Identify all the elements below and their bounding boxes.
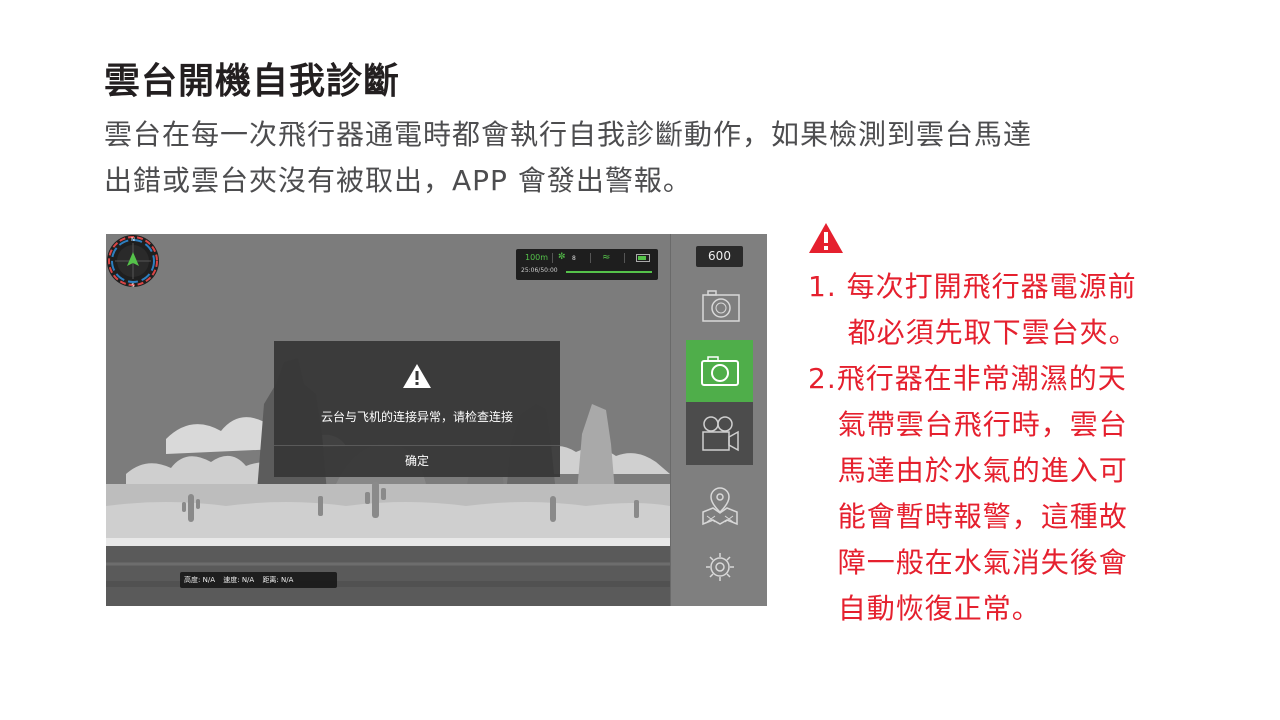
app-screenshot: ‹ 100m ✼ 8 ≈ 25:06/50:00 云台与飞机的连接异常，请检查连… — [106, 234, 767, 606]
note-line: 馬達由於水氣的進入可 — [808, 454, 1128, 487]
note-line: 氣帶雲台飛行時，雲台 — [808, 408, 1128, 441]
settings-gear-icon[interactable] — [704, 551, 736, 583]
description-line: 出錯或雲台夾沒有被取出，APP 會發出警報。 — [104, 164, 692, 197]
distance-value: N/A — [281, 576, 294, 584]
telemetry-bar: 高度: N/A 速度: N/A 距离: N/A — [180, 572, 337, 588]
description-line: 雲台在每一次飛行器通電時都會執行自我診斷動作，如果檢測到雲台馬達 — [104, 118, 1033, 151]
camera-view: ‹ 100m ✼ 8 ≈ 25:06/50:00 云台与飞机的连接异常，请检查连… — [106, 234, 670, 606]
height-value: N/A — [202, 576, 215, 584]
note-line: 1. 每次打開飛行器電源前 — [808, 270, 1137, 303]
note-line: 2.飛行器在非常潮濕的天 — [808, 362, 1127, 395]
note-line: 自動恢復正常。 — [808, 592, 1041, 625]
satellite-icon: ✼ — [558, 252, 566, 262]
battery-icon — [636, 254, 650, 262]
page-title: 雲台開機自我診斷 — [104, 61, 401, 102]
photo-mode-button[interactable] — [686, 340, 753, 402]
compass-north: N — [131, 237, 135, 243]
distance-label: 距离: — [262, 576, 279, 584]
map-location-icon[interactable] — [701, 486, 739, 526]
flight-time-bar — [566, 271, 652, 273]
altitude-value: 100m — [525, 253, 549, 262]
speed-value: N/A — [241, 576, 255, 584]
video-mode-icon — [701, 415, 739, 451]
note-line: 能會暫時報警，這種故 — [808, 500, 1128, 533]
capture-mode-panel — [686, 340, 753, 465]
camera-sidebar: 600 — [670, 234, 767, 606]
dialog-message: 云台与飞机的连接异常，请检查连接 — [320, 410, 513, 424]
compass-south: S — [131, 283, 134, 288]
compass-radar: N S — [107, 235, 159, 288]
height-label: 高度: — [184, 576, 201, 584]
photo-mode-icon — [700, 356, 739, 386]
caution-notes: 1. 每次打開飛行器電源前 都必須先取下雲台夾。 2.飛行器在非常潮濕的天 氣帶… — [808, 264, 1278, 632]
wifi-icon: ≈ — [602, 252, 611, 263]
status-divider — [624, 253, 625, 263]
satellite-count: 8 — [572, 255, 576, 262]
alert-triangle-icon — [809, 223, 843, 253]
warning-icon — [403, 364, 431, 388]
note-line: 都必須先取下雲台夾。 — [808, 316, 1138, 349]
speed-label: 速度: — [223, 576, 240, 584]
photo-counter: 600 — [696, 246, 743, 267]
video-mode-button[interactable] — [686, 402, 753, 465]
description: 雲台在每一次飛行器通電時都會執行自我診斷動作，如果檢測到雲台馬達 出錯或雲台夾沒… — [104, 112, 1204, 204]
flight-time: 25:06/50:00 — [521, 267, 558, 274]
status-divider — [552, 253, 553, 263]
dialog-ok-button[interactable]: 确定 — [274, 446, 560, 477]
gimbal-error-dialog: 云台与飞机的连接异常，请检查连接 确定 — [274, 341, 560, 477]
camera-settings-icon[interactable] — [702, 290, 740, 322]
status-divider — [590, 253, 591, 263]
note-line: 障一般在水氣消失後會 — [808, 546, 1128, 579]
status-bar: 100m ✼ 8 ≈ 25:06/50:00 — [516, 249, 658, 280]
